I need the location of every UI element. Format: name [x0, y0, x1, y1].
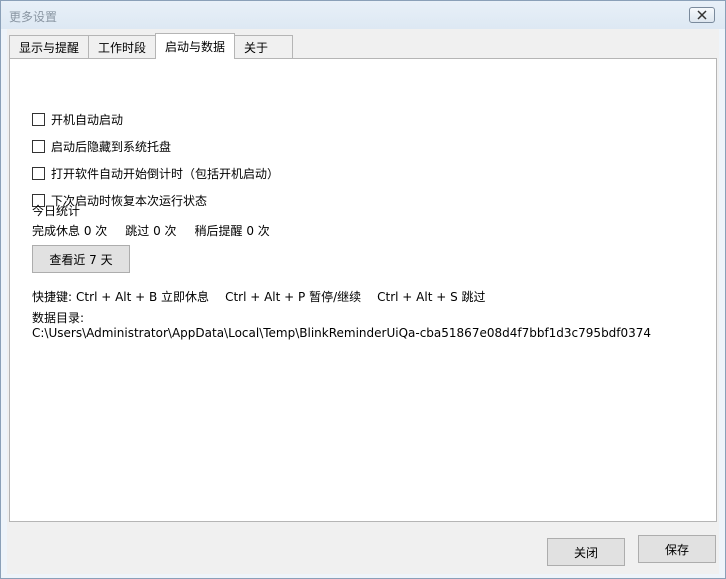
settings-window: 更多设置 显示与提醒 工作时段 启动与数据 关于 开机自动启动 启动后隐藏到系统… — [0, 0, 726, 579]
title-bar: 更多设置 — [1, 1, 725, 29]
button-label: 保存 — [664, 542, 689, 557]
close-button[interactable]: 关闭 — [547, 538, 625, 566]
checkbox[interactable] — [32, 140, 45, 153]
checkbox[interactable] — [32, 167, 45, 180]
stat-skipped: 跳过 0 次 — [125, 224, 177, 238]
option-hide-to-tray[interactable]: 启动后隐藏到系统托盘 — [32, 138, 171, 155]
hotkey-break-now: Ctrl + Alt + B 立即休息 — [76, 290, 210, 304]
save-button[interactable]: 保存 — [638, 535, 716, 563]
stat-snoozed: 稍后提醒 0 次 — [194, 224, 270, 238]
tab-startup-data[interactable]: 启动与数据 — [155, 33, 236, 59]
hotkeys-label: 快捷键: — [32, 290, 73, 304]
tab-label: 工作时段 — [98, 41, 147, 55]
option-auto-start[interactable]: 开机自动启动 — [32, 111, 123, 128]
tab-label: 关于 — [244, 41, 269, 55]
tab-label: 启动与数据 — [165, 40, 226, 54]
option-label: 启动后隐藏到系统托盘 — [51, 140, 172, 154]
button-label: 查看近 7 天 — [49, 252, 113, 267]
hotkey-pause: Ctrl + Alt + P 暂停/继续 — [225, 290, 362, 304]
tab-about[interactable]: 关于 — [234, 35, 294, 59]
data-dir-path: C:\Users\Administrator\AppData\Local\Tem… — [32, 326, 652, 340]
startup-data-panel: 开机自动启动 启动后隐藏到系统托盘 打开软件自动开始倒计时（包括开机启动） 下次… — [9, 58, 717, 522]
tab-display-reminder[interactable]: 显示与提醒 — [9, 35, 90, 59]
tab-work-hours[interactable]: 工作时段 — [88, 35, 157, 59]
data-dir-label: 数据目录: — [32, 311, 85, 325]
hotkey-skip: Ctrl + Alt + S 跳过 — [377, 290, 486, 304]
close-icon — [697, 10, 707, 20]
window-close-button[interactable] — [689, 7, 715, 23]
today-stats-title: 今日统计 — [32, 204, 81, 218]
tab-strip: 显示与提醒 工作时段 启动与数据 关于 — [9, 33, 294, 59]
option-auto-countdown[interactable]: 打开软件自动开始倒计时（包括开机启动） — [32, 165, 279, 182]
option-label: 打开软件自动开始倒计时（包括开机启动） — [51, 167, 280, 181]
view-7-days-button[interactable]: 查看近 7 天 — [32, 245, 130, 273]
hotkeys-line: 快捷键: Ctrl + Alt + B 立即休息 Ctrl + Alt + P … — [32, 288, 502, 305]
checkbox[interactable] — [32, 113, 45, 126]
window-title: 更多设置 — [9, 10, 58, 24]
tab-label: 显示与提醒 — [19, 41, 80, 55]
stat-completed: 完成休息 0 次 — [32, 224, 108, 238]
today-stats: 完成休息 0 次 跳过 0 次 稍后提醒 0 次 — [32, 222, 288, 239]
client-area: 显示与提醒 工作时段 启动与数据 关于 开机自动启动 启动后隐藏到系统托盘 打开… — [7, 29, 719, 574]
button-label: 关闭 — [573, 545, 598, 560]
option-label: 开机自动启动 — [51, 113, 124, 127]
